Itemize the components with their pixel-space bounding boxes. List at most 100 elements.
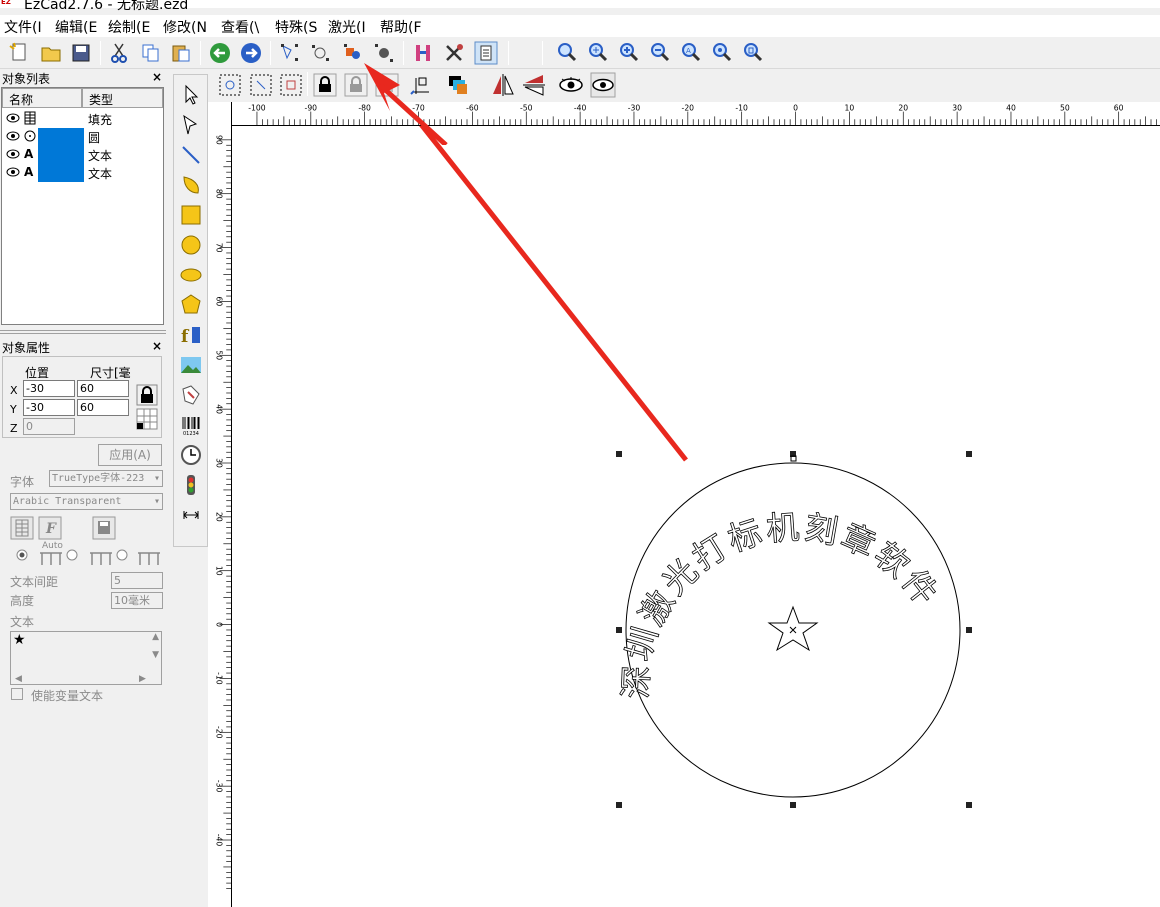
y-field[interactable]: -30 [23, 399, 75, 416]
radio-spacing[interactable] [66, 549, 78, 561]
curve-icon[interactable] [179, 173, 203, 197]
barcode-icon[interactable]: 01234 [179, 413, 203, 437]
save-font-icon[interactable] [92, 516, 116, 540]
zoom-in-icon[interactable] [616, 40, 642, 66]
x-field[interactable]: -30 [23, 380, 75, 397]
menu-edit[interactable]: 编辑(E [55, 17, 97, 37]
paste-icon[interactable] [168, 40, 194, 66]
width-field[interactable]: 60 [77, 380, 129, 397]
center-star-icon[interactable] [767, 605, 819, 652]
polygon-icon[interactable] [179, 293, 203, 317]
text-input-area[interactable]: ★ ▲ ▼ ◀ ▶ [10, 631, 162, 685]
list-item[interactable]: A 文本 [2, 146, 162, 164]
ellipse-icon[interactable] [179, 263, 203, 287]
text-spacing-field[interactable]: 5 [111, 572, 163, 589]
zoom-pan-icon[interactable] [585, 40, 611, 66]
variable-text-checkbox[interactable] [11, 688, 23, 700]
x-label: X [10, 384, 18, 397]
edit-nodes-icon[interactable] [179, 113, 203, 137]
mirror-horizontal-icon[interactable] [490, 72, 516, 98]
radio-width[interactable] [116, 549, 128, 561]
text-spacing-label: 文本间距 [10, 575, 59, 589]
list-item[interactable]: 圆 [2, 128, 162, 146]
font-type-select[interactable]: TrueType字体-223 ▾ [49, 470, 163, 487]
eye-icon[interactable] [6, 113, 20, 123]
line-icon[interactable] [179, 143, 203, 167]
pointer-icon[interactable] [179, 83, 203, 107]
properties-close-icon[interactable]: × [152, 339, 162, 353]
height-field[interactable]: 10毫米 [111, 592, 163, 609]
vector-file-icon[interactable] [179, 383, 203, 407]
lock-icon[interactable] [312, 72, 338, 98]
text-hatch-icon[interactable] [10, 516, 34, 540]
show-all-icon[interactable] [558, 72, 584, 98]
position-label: 位置 [25, 366, 50, 380]
mirror-vertical-icon[interactable] [521, 72, 547, 98]
rectangle-icon[interactable] [179, 203, 203, 227]
parameter-list-icon[interactable] [473, 40, 499, 66]
timer-icon[interactable] [179, 443, 203, 467]
undo-icon[interactable] [207, 40, 233, 66]
list-item[interactable]: A 文本 [2, 164, 162, 182]
redo-icon[interactable] [238, 40, 264, 66]
height-field[interactable]: 60 [77, 399, 129, 416]
hatch-icon [24, 111, 36, 125]
menu-special[interactable]: 特殊(S [275, 17, 317, 37]
select-object-icon[interactable] [217, 72, 243, 98]
draw-toolbar: f 01234 [173, 74, 208, 547]
save-icon[interactable] [68, 40, 94, 66]
svg-text:EZ: EZ [1, 0, 11, 6]
group-select-icon[interactable] [308, 40, 334, 66]
column-header-name[interactable]: 名称 [2, 88, 82, 108]
open-folder-icon[interactable] [38, 40, 64, 66]
panel-splitter[interactable] [0, 330, 166, 334]
apply-button[interactable]: 应用(A) [98, 444, 162, 466]
menu-modify[interactable]: 修改(N [163, 17, 207, 37]
menu-view[interactable]: 查看(\ [221, 17, 259, 37]
drawing-canvas[interactable]: 深圳激光打标机刻章软件 [232, 126, 1160, 907]
zoom-out-icon[interactable] [647, 40, 673, 66]
scroll-up-icon[interactable]: ▲ [152, 632, 159, 642]
bitmap-icon[interactable] [179, 353, 203, 377]
list-item[interactable]: 填充 [2, 110, 162, 128]
font-style-icon[interactable]: F [38, 516, 62, 540]
menu-help[interactable]: 帮助(F [380, 17, 422, 37]
seal-arc-text[interactable]: 深圳激光打标机刻章软件 [616, 507, 947, 700]
select-invert-icon[interactable] [278, 72, 304, 98]
zoom-icon[interactable] [554, 40, 580, 66]
eye-icon[interactable] [6, 149, 20, 159]
object-list-title: 对象列表 [2, 72, 51, 86]
scroll-left-icon[interactable]: ◀ [15, 674, 22, 684]
eye-icon[interactable] [6, 131, 20, 141]
radio-auto[interactable] [16, 549, 28, 561]
eye-icon[interactable] [6, 167, 20, 177]
column-header-type[interactable]: 类型 [82, 88, 163, 108]
extend-axis-icon[interactable] [179, 503, 203, 527]
select-rect-icon[interactable] [248, 72, 274, 98]
text-label: 文本 [10, 615, 35, 629]
new-file-icon[interactable] [6, 40, 32, 66]
svg-text:01234: 01234 [183, 431, 199, 437]
copy-icon[interactable] [138, 40, 164, 66]
anchor-grid-icon[interactable] [136, 408, 158, 430]
circle-tool-icon[interactable] [179, 233, 203, 257]
select-nodes-icon[interactable] [277, 40, 303, 66]
io-signal-icon[interactable] [179, 473, 203, 497]
object-list[interactable]: 名称 类型 填充 圆 A 文本 A 文本 [1, 87, 164, 325]
cut-icon[interactable] [106, 40, 132, 66]
text-tool-icon[interactable]: f [179, 323, 203, 347]
object-list-close-icon[interactable]: × [152, 70, 162, 84]
menu-file[interactable]: 文件(I [4, 17, 42, 37]
svg-text:A: A [686, 47, 691, 55]
zoom-selected-icon[interactable] [709, 40, 735, 66]
zoom-all-icon[interactable]: A [678, 40, 704, 66]
scroll-down-icon[interactable]: ▼ [152, 650, 159, 660]
scroll-right-icon[interactable]: ▶ [139, 674, 146, 684]
menu-laser[interactable]: 激光(I [328, 17, 366, 37]
hide-selected-icon[interactable] [590, 72, 616, 98]
lock-ratio-icon[interactable] [136, 384, 158, 406]
font-name-select[interactable]: Arabic Transparent ▾ [10, 493, 163, 510]
zoom-page-icon[interactable] [740, 40, 766, 66]
menu-draw[interactable]: 绘制(E [108, 17, 150, 37]
spacing-center-icon [90, 552, 112, 565]
